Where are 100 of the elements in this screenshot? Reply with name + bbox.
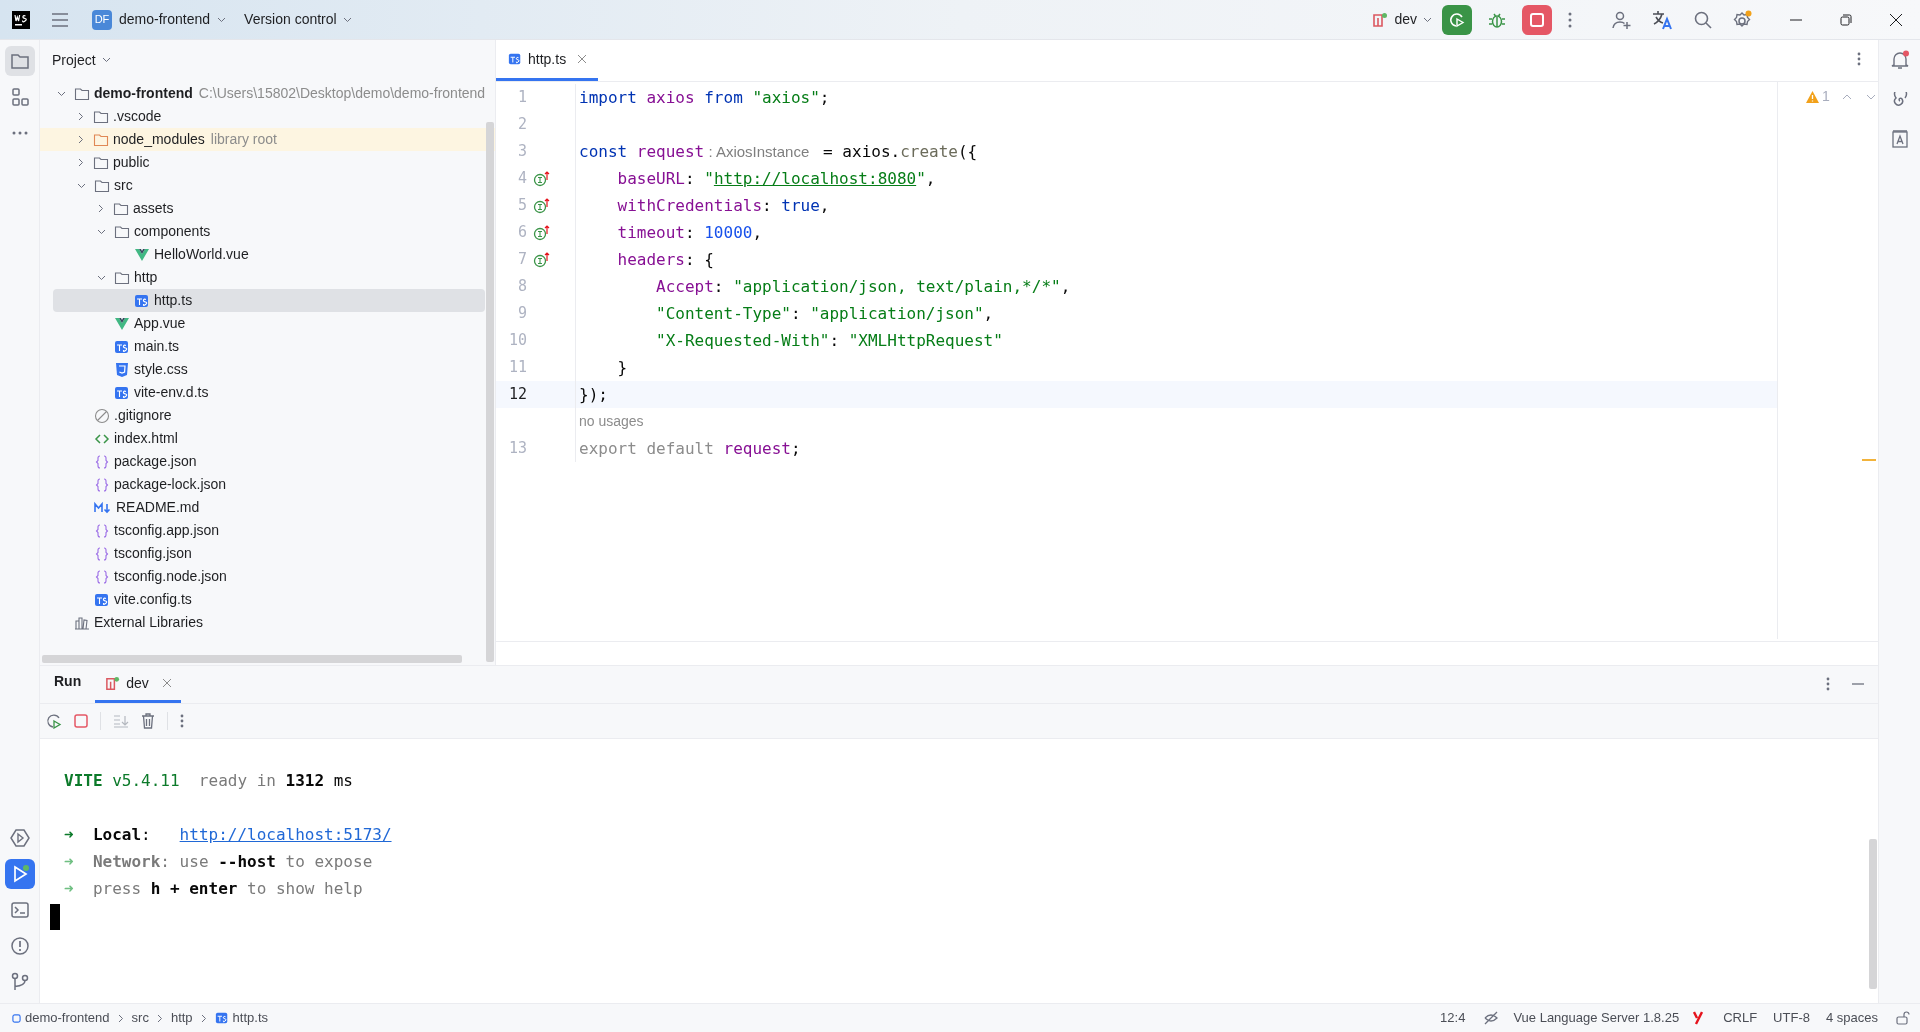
tree-item[interactable]: App.vue — [53, 312, 485, 335]
line-number: 1 — [516, 87, 527, 109]
chevron-down-icon[interactable] — [77, 182, 86, 189]
tree-item[interactable]: .vscode — [53, 105, 485, 128]
tree-item[interactable]: .gitignore — [53, 404, 485, 427]
chevron-down-icon — [101, 57, 111, 63]
library-icon — [74, 614, 90, 631]
caret-position[interactable]: 12:4 — [1440, 1008, 1466, 1028]
line-number: 12 — [507, 384, 527, 406]
folder-icon — [93, 154, 109, 171]
more-icon[interactable] — [1826, 677, 1830, 691]
code-line: timeout: 10000, — [616, 221, 763, 244]
menu-icon[interactable] — [52, 12, 68, 27]
code-line: "X-Requested-With": "XMLHttpRequest" — [655, 329, 1003, 352]
stop-button[interactable] — [1522, 4, 1552, 35]
scrollbar[interactable] — [486, 122, 494, 662]
code-line: } — [616, 356, 628, 379]
line-number: 11 — [507, 357, 527, 379]
more-icon[interactable] — [180, 714, 184, 728]
chevron-right-icon[interactable] — [78, 112, 84, 121]
tree-item[interactable]: HelloWorld.vue — [53, 243, 485, 266]
implements-icon[interactable] — [533, 197, 551, 214]
more-icon[interactable] — [1857, 52, 1861, 66]
indent-setting[interactable]: 4 spaces — [1825, 1008, 1878, 1028]
braces-file-icon — [94, 476, 110, 493]
search-icon[interactable] — [1694, 10, 1712, 29]
breadcrumb[interactable]: demo-frontend — [12, 1008, 110, 1028]
line-number: 9 — [516, 303, 527, 325]
tree-item[interactable]: public — [53, 151, 485, 174]
chevron-down-icon[interactable] — [57, 90, 66, 97]
chevron-right-icon[interactable] — [98, 204, 104, 213]
version-control-menu[interactable]: Version control — [244, 9, 352, 30]
file-encoding[interactable]: UTF-8 — [1773, 1008, 1810, 1028]
stop-icon[interactable] — [74, 714, 88, 728]
tree-item[interactable]: style.css — [53, 358, 485, 381]
tree-item[interactable]: main.ts — [53, 335, 485, 358]
tree-item[interactable]: demo-frontend C:\Users\15802\Desktop\demo\demo-frontend — [53, 82, 485, 105]
folder-icon — [114, 223, 130, 240]
more-icon[interactable] — [1568, 11, 1572, 28]
font-icon[interactable] — [1891, 130, 1908, 148]
language-server-status[interactable]: Vue Language Server 1.8.25 — [1513, 1008, 1680, 1028]
tree-item[interactable]: http — [53, 266, 485, 289]
npm-icon — [105, 675, 121, 691]
typescript-file-icon — [114, 338, 130, 355]
implements-icon[interactable] — [533, 170, 551, 187]
y-logo-icon[interactable] — [1693, 1011, 1704, 1025]
notifications-icon[interactable] — [1889, 50, 1910, 70]
breadcrumb[interactable]: http — [170, 1008, 193, 1028]
css-file-icon — [114, 361, 130, 378]
tree-item[interactable]: README.md — [53, 496, 485, 519]
tree-item[interactable]: External Libraries — [53, 611, 485, 634]
tree-item[interactable]: vite.config.ts — [53, 588, 485, 611]
code-line: headers: { — [616, 248, 714, 271]
line-number: 7 — [516, 249, 527, 271]
run-config-selector[interactable]: dev — [1372, 9, 1432, 30]
tree-item[interactable]: vite-env.d.ts — [53, 381, 485, 404]
tree-item[interactable]: tsconfig.app.json — [53, 519, 485, 542]
tree-item[interactable]: components — [53, 220, 485, 243]
tree-item[interactable]: package-lock.json — [53, 473, 485, 496]
typescript-file-icon — [94, 591, 110, 608]
scrollbar[interactable] — [1869, 839, 1877, 989]
usage-hint[interactable]: no usages — [579, 411, 644, 432]
scrollbar[interactable] — [42, 655, 462, 663]
chevron-down-icon[interactable] — [97, 228, 106, 235]
chevron-down-icon[interactable] — [97, 274, 106, 281]
restore-icon[interactable] — [1840, 13, 1852, 26]
project-view-selector[interactable]: Project — [52, 49, 111, 71]
tree-item[interactable]: assets — [53, 197, 485, 220]
no-ai-icon[interactable] — [1483, 1010, 1500, 1026]
tree-item[interactable]: node_modules library root — [40, 128, 495, 151]
tree-item[interactable]: src — [53, 174, 485, 197]
breadcrumb[interactable]: http.ts — [214, 1008, 268, 1028]
tree-item[interactable]: tsconfig.json — [53, 542, 485, 565]
rerun-button[interactable] — [1442, 4, 1472, 35]
lock-icon[interactable] — [1896, 1011, 1910, 1025]
chevron-right-icon — [156, 1013, 163, 1023]
chevron-right-icon[interactable] — [78, 158, 84, 167]
line-separator[interactable]: CRLF — [1723, 1008, 1758, 1028]
code-line: const request : AxiosInstance = axios.create({ — [579, 140, 978, 163]
app-logo-icon[interactable] — [12, 10, 30, 29]
implements-icon[interactable] — [533, 251, 551, 268]
folder-icon — [94, 177, 110, 194]
ignore-file-icon — [94, 407, 110, 424]
tree-item[interactable]: index.html — [53, 427, 485, 450]
tree-item[interactable]: tsconfig.node.json — [53, 565, 485, 588]
tree-item[interactable]: package.json — [53, 450, 485, 473]
trash-icon[interactable] — [141, 713, 155, 729]
line-number: 2 — [516, 114, 527, 136]
rerun-icon[interactable] — [46, 713, 62, 729]
typescript-file-icon — [114, 384, 130, 401]
project-switcher[interactable]: DF demo-frontend — [88, 9, 231, 30]
tree-item[interactable]: http.ts — [53, 289, 485, 312]
close-icon[interactable] — [1890, 13, 1902, 26]
translate-icon[interactable] — [1652, 9, 1674, 30]
breadcrumb[interactable]: src — [131, 1008, 149, 1028]
minimize-icon[interactable] — [1790, 18, 1802, 21]
add-user-icon[interactable] — [1612, 9, 1632, 30]
implements-icon[interactable] — [533, 224, 551, 241]
chevron-right-icon[interactable] — [78, 135, 84, 144]
panel-title: Run — [54, 672, 82, 691]
